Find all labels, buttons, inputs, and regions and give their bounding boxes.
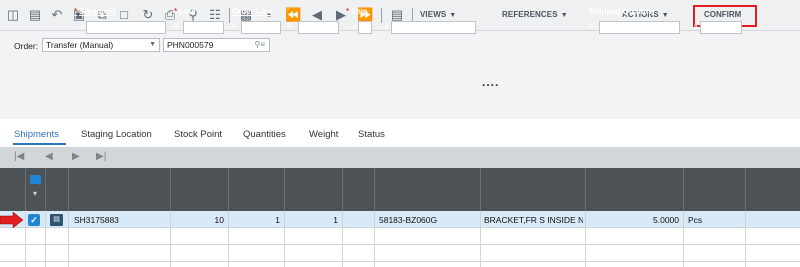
first-page-icon[interactable]: |◀ (14, 151, 24, 162)
filter-operator[interactable]: = (588, 21, 594, 32)
grid-header (0, 168, 800, 211)
arrow-annotation-icon (0, 212, 24, 228)
order-line-filter-input[interactable] (241, 21, 281, 34)
references-menu[interactable]: REFERENCES ▼ (502, 10, 568, 19)
tab-bar: Shipments Staging Location Stock Point Q… (0, 119, 800, 147)
views-menu[interactable]: VIEWS ▼ (420, 10, 456, 19)
cell-description[interactable]: BRACKET,FR S INSIDE N (484, 215, 583, 225)
order-number-field[interactable]: PHN000579 ⚲≡ (163, 38, 270, 52)
required-marker: * (174, 7, 178, 16)
tab-quantities[interactable]: Quantities (243, 129, 286, 140)
column-shipped-quantity[interactable]: Shipped Quantity (589, 7, 655, 16)
chevron-down-icon: ▼ (449, 12, 457, 19)
cell-order-line[interactable]: 1 (232, 215, 280, 225)
column-item[interactable]: * Item (346, 7, 368, 16)
column-shipment[interactable]: * Shipment (74, 7, 116, 16)
cell-sequence[interactable]: 1 (288, 215, 338, 225)
table-row-empty[interactable] (0, 245, 800, 262)
chevron-down-icon: ▼ (560, 12, 568, 19)
cell-shipment[interactable]: SH3175883 (74, 215, 119, 225)
filter-operator[interactable]: →a (345, 22, 357, 31)
filter-operator[interactable]: →a (377, 22, 389, 31)
notes-icon[interactable]: ▤ (27, 7, 43, 23)
order-header: Order: Transfer (Manual) ▼ PHN000579 ⚲≡ (0, 31, 800, 119)
shipped-quantity-filter-input[interactable] (599, 21, 680, 34)
filter-operator[interactable]: = (231, 21, 237, 32)
row-detail-icon[interactable]: ▤ (50, 214, 63, 226)
tab-weight[interactable]: Weight (309, 129, 338, 140)
order-type-value: Transfer (Manual) (46, 40, 114, 50)
grid-pager: |◀ ◀ ▶ ▶| (0, 147, 800, 168)
previous-page-icon[interactable]: ◀ (45, 151, 53, 162)
sequence-filter-input[interactable] (298, 21, 339, 34)
cell-unit[interactable]: Pcs (688, 215, 702, 225)
undo-icon[interactable]: ↶ (49, 7, 65, 23)
line-filter-input[interactable] (183, 21, 224, 34)
order-label: Order: (14, 41, 39, 51)
unit-filter-input[interactable] (700, 21, 742, 34)
chevron-down-icon[interactable]: ▼ (149, 39, 156, 51)
order-type-select[interactable]: Transfer (Manual) ▼ (42, 38, 160, 52)
chevron-down-icon: ▼ (661, 12, 669, 19)
row-select-checkbox[interactable]: ✓ (28, 214, 40, 226)
column-line[interactable]: * Line (174, 7, 196, 16)
select-filter-icon[interactable]: ▾ (33, 189, 37, 198)
item-segment-filter-input[interactable] (358, 21, 372, 34)
required-marker: * (74, 7, 78, 16)
table-row-empty[interactable] (0, 228, 800, 245)
tab-staging-location[interactable]: Staging Location (81, 129, 152, 140)
shipment-filter-input[interactable] (86, 21, 166, 34)
item-filter-input[interactable] (391, 21, 476, 34)
lookup-icon[interactable]: ⚲≡ (254, 39, 265, 51)
tab-shipments[interactable]: Shipments (14, 129, 59, 140)
order-number-value: PHN000579 (167, 40, 214, 50)
required-marker: * (346, 7, 350, 16)
cell-item[interactable]: 58183-BZ060G (379, 215, 437, 225)
toolbar-separator (381, 8, 382, 23)
filter-operator[interactable]: = (287, 21, 293, 32)
cell-shipped-quantity[interactable]: 5.0000 (589, 215, 679, 225)
toolbar-separator (229, 8, 230, 23)
filter-operator[interactable]: = (173, 21, 179, 32)
new-record-icon[interactable]: ◫ (5, 7, 21, 23)
more-options-dots[interactable]: .... (482, 75, 499, 89)
filter-operator[interactable]: →a (686, 22, 698, 31)
tab-stock-point[interactable]: Stock Point (174, 129, 222, 140)
column-order-line[interactable]: Order Line (232, 7, 272, 16)
filter-operator[interactable]: →a (73, 22, 85, 31)
select-all-icon[interactable] (30, 175, 41, 184)
tab-status[interactable]: Status (358, 129, 385, 140)
last-page-icon[interactable]: ▶| (96, 151, 106, 162)
next-page-icon[interactable]: ▶ (72, 151, 80, 162)
active-tab-indicator (13, 143, 66, 145)
cell-line[interactable]: 10 (174, 215, 224, 225)
